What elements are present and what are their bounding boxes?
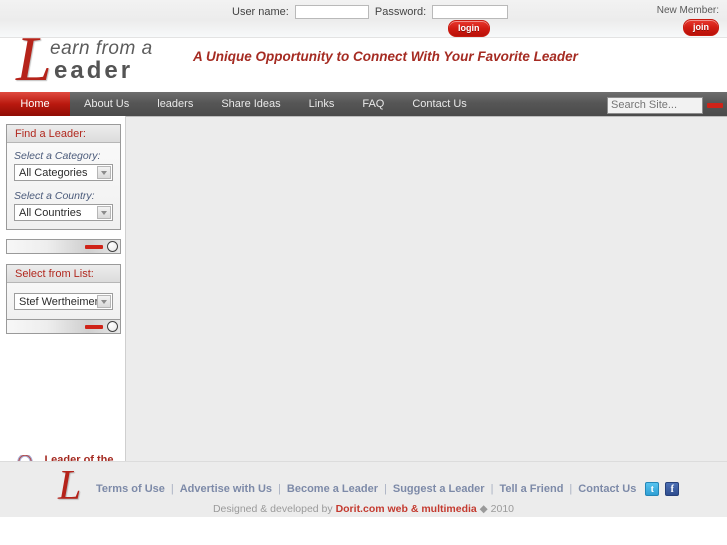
select-from-list-slider[interactable] [6, 319, 121, 334]
nav-item-about-us[interactable]: About Us [70, 92, 143, 116]
find-a-leader-body: Select a Category: All Categories Select… [7, 143, 120, 229]
credits-line: Designed & developed by Dorit.com web & … [0, 503, 727, 515]
search-submit-icon[interactable] [707, 102, 723, 108]
credits-company-link[interactable]: Dorit.com web & multimedia [336, 503, 477, 515]
category-select[interactable]: All Categories [14, 164, 113, 181]
select-from-list-body: Stef Wertheimer [7, 283, 120, 320]
site-logo[interactable]: L earn from a eader [12, 23, 202, 94]
nav-item-links[interactable]: Links [295, 92, 349, 116]
find-a-leader-panel: Find a Leader: Select a Category: All Ca… [6, 124, 121, 230]
footer-separator: | [569, 483, 573, 495]
chevron-down-icon [97, 206, 111, 219]
chevron-down-icon [97, 166, 111, 179]
logo-line-two: eader [54, 57, 134, 84]
password-label: Password: [374, 6, 427, 18]
nav-item-faq[interactable]: FAQ [348, 92, 398, 116]
select-from-list-panel: Select from List: Stef Wertheimer [6, 264, 121, 321]
credits-prefix: Designed & developed by [212, 503, 336, 515]
footer-separator: | [384, 483, 387, 495]
footer-link-suggest-a-leader[interactable]: Suggest a Leader [393, 483, 485, 495]
select-from-list-title: Select from List: [7, 265, 120, 283]
nav-item-leaders[interactable]: leaders [143, 92, 207, 116]
username-label: User name: [232, 6, 289, 18]
credits-year: ◆ 2010 [476, 503, 515, 515]
category-select-value: All Categories [19, 167, 88, 179]
password-field[interactable] [432, 5, 509, 19]
country-label: Select a Country: [14, 190, 95, 202]
footer: L Terms of Use | Advertise with Us | Bec… [0, 461, 727, 517]
logo-letter-l: L [16, 23, 52, 94]
twitter-icon[interactable]: t [645, 482, 660, 496]
footer-link-tell-a-friend[interactable]: Tell a Friend [499, 483, 563, 495]
country-select-value: All Countries [19, 207, 82, 219]
leader-list-select[interactable]: Stef Wertheimer [14, 293, 113, 310]
footer-link-contact-us[interactable]: Contact Us [578, 483, 636, 495]
search-input[interactable] [607, 96, 703, 114]
nav-item-share-ideas[interactable]: Share Ideas [207, 92, 294, 116]
category-label: Select a Category: [14, 150, 101, 162]
facebook-icon[interactable]: f [665, 482, 680, 496]
nav-item-contact-us[interactable]: Contact Us [398, 92, 480, 116]
slider-fill [85, 245, 103, 249]
tagline: A Unique Opportunity to Connect With You… [193, 49, 578, 64]
main-content-panel [126, 116, 727, 461]
social-links: t f [645, 482, 680, 496]
page-bottom-spacer [0, 517, 727, 545]
footer-link-terms-of-use[interactable]: Terms of Use [96, 483, 165, 495]
chevron-down-icon [97, 295, 111, 308]
footer-links: Terms of Use | Advertise with Us | Becom… [96, 482, 680, 496]
content-area: Find a Leader: Select a Category: All Ca… [0, 116, 727, 545]
footer-separator: | [278, 483, 281, 495]
footer-separator: | [170, 483, 174, 495]
footer-link-advertise-with-us[interactable]: Advertise with Us [180, 483, 272, 495]
find-a-leader-title: Find a Leader: [7, 125, 120, 143]
main-navigation: Home About Us leaders Share Ideas Links … [0, 92, 727, 116]
nav-item-home[interactable]: Home [0, 92, 70, 116]
slider-handle[interactable] [107, 321, 118, 332]
site-search [607, 94, 727, 116]
slider-handle[interactable] [107, 241, 118, 252]
footer-separator: | [490, 483, 494, 495]
country-select[interactable]: All Countries [14, 204, 113, 221]
login-button[interactable]: login [448, 20, 490, 37]
user-name-field[interactable] [294, 5, 369, 19]
find-a-leader-slider[interactable] [6, 239, 121, 254]
banner: L earn from a eader A Unique Opportunity… [0, 27, 727, 92]
new-member-label: New Member: [656, 5, 719, 16]
join-button[interactable]: join [683, 19, 719, 36]
slider-fill [85, 325, 103, 329]
footer-link-become-a-leader[interactable]: Become a Leader [287, 483, 378, 495]
login-group: User name: Password: [232, 5, 509, 19]
sidebar: Find a Leader: Select a Category: All Ca… [0, 116, 126, 545]
leader-list-value: Stef Wertheimer [19, 296, 99, 308]
new-member-group: New Member: join [657, 5, 719, 36]
page-root: User name: Password: login New Member: j… [0, 0, 727, 545]
